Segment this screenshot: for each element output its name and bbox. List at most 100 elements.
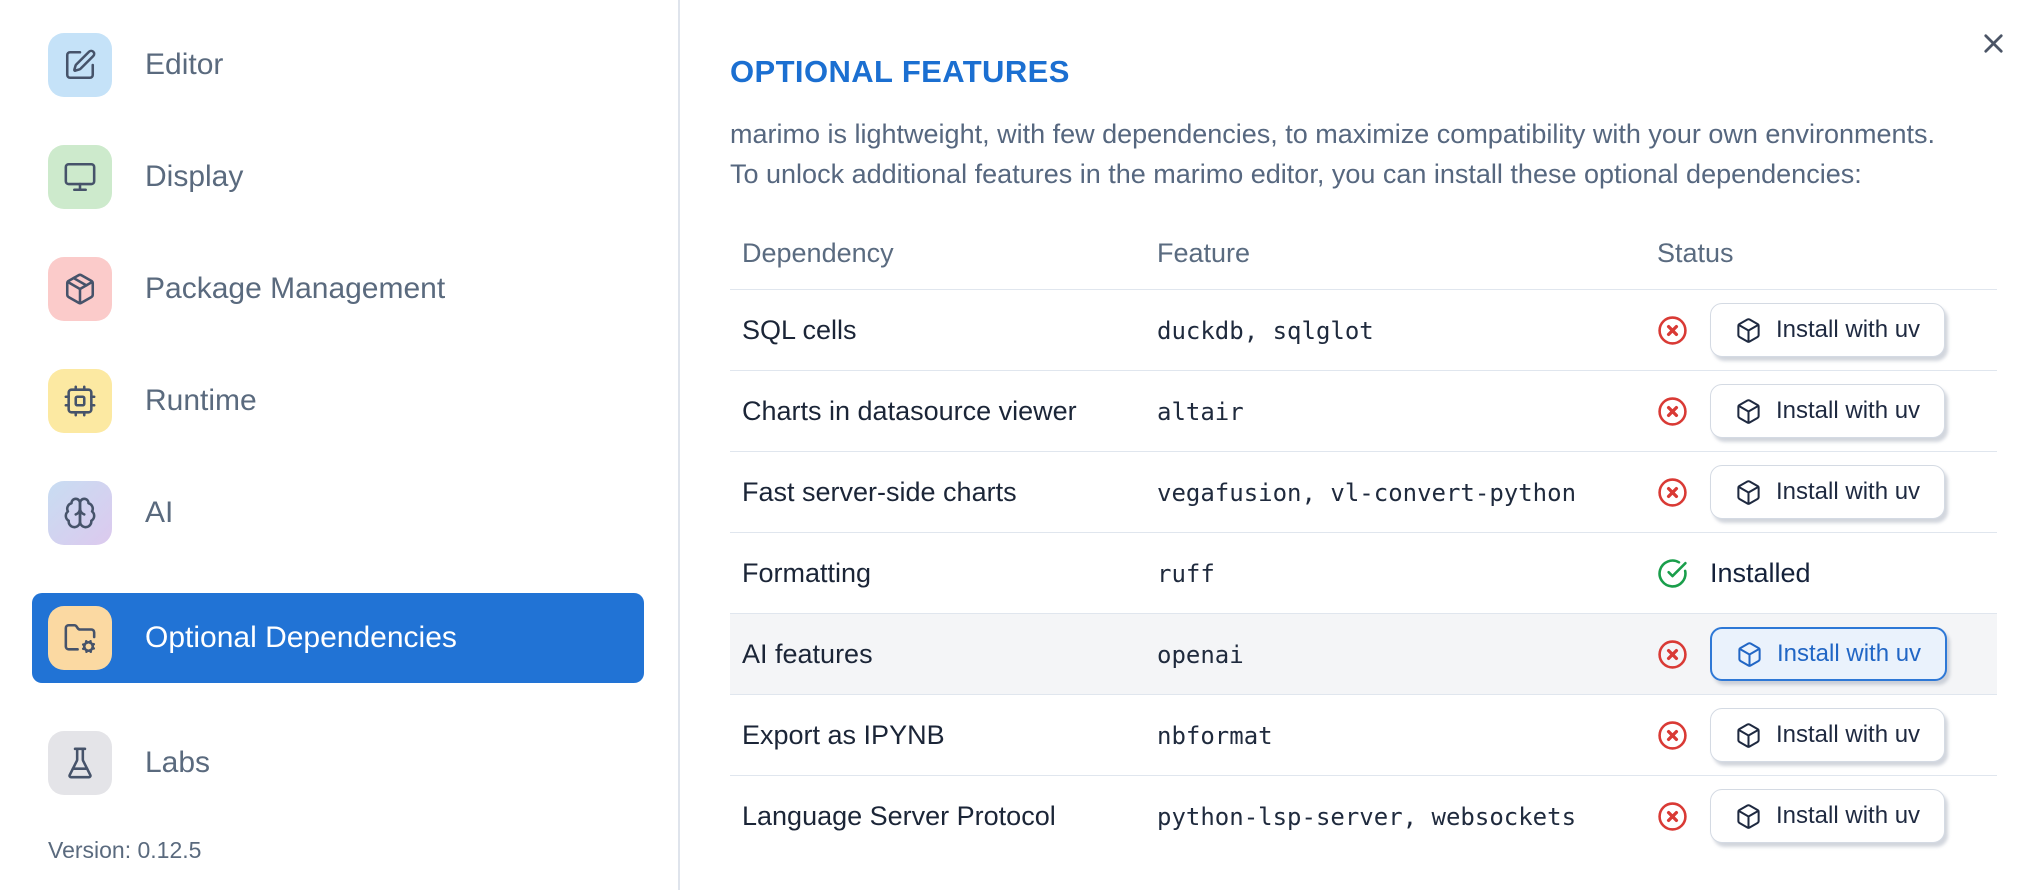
feature-text: duckdb, sqlglot xyxy=(1157,316,1374,345)
monitor-icon xyxy=(48,145,112,209)
settings-sidebar: Editor Display Package Management Runtime AI… xyxy=(0,0,680,890)
feature-text: ruff xyxy=(1157,559,1215,588)
table-row: Language Server Protocol python-lsp-serve… xyxy=(730,776,1997,857)
column-header-feature: Feature xyxy=(1145,226,1645,290)
feature-cell: nbformat xyxy=(1145,694,1645,776)
sidebar-item-label: Labs xyxy=(145,746,211,779)
install-button-label: Install with uv xyxy=(1777,640,1922,667)
dependency-cell: SQL cells xyxy=(730,289,1145,371)
sidebar-nav: Editor Display Package Management Runtime AI… xyxy=(0,0,678,795)
status-cell: Install with uv xyxy=(1645,776,1997,857)
install-with-uv-button[interactable]: Install with uv xyxy=(1710,789,1946,844)
install-with-uv-button[interactable]: Install with uv xyxy=(1710,627,1948,681)
status-cell-content: Installed xyxy=(1657,558,1997,589)
install-button-label: Install with uv xyxy=(1776,721,1921,748)
status-cell-content: Install with uv xyxy=(1657,708,1997,762)
close-button[interactable] xyxy=(1970,20,2016,66)
feature-text: nbformat xyxy=(1157,721,1273,750)
status-cell-content: Install with uv xyxy=(1657,465,1997,519)
install-button-label: Install with uv xyxy=(1776,478,1921,505)
panel-title: OPTIONAL FEATURES xyxy=(730,54,1070,89)
install-with-uv-button[interactable]: Install with uv xyxy=(1710,708,1946,762)
install-with-uv-button[interactable]: Install with uv xyxy=(1710,465,1946,519)
status-cell-content: Install with uv xyxy=(1657,627,1997,681)
column-header-status: Status xyxy=(1645,226,1997,290)
circle-x-icon xyxy=(1657,720,1688,751)
sidebar-item-display[interactable]: Display xyxy=(32,145,644,209)
status-cell-content: Install with uv xyxy=(1657,303,1997,357)
status-cell-content: Install with uv xyxy=(1657,384,1997,438)
sidebar-item-optional-dependencies[interactable]: Optional Dependencies xyxy=(32,593,644,683)
circle-x-icon xyxy=(1657,396,1688,427)
sidebar-item-label: Optional Dependencies xyxy=(145,621,457,654)
table-row: Export as IPYNB nbformat Install with uv xyxy=(730,694,1997,776)
feature-cell: openai xyxy=(1145,613,1645,695)
sidebar-item-runtime[interactable]: Runtime xyxy=(32,369,644,433)
brain-icon xyxy=(48,481,112,545)
dependency-cell: Fast server-side charts xyxy=(730,451,1145,533)
status-cell: Install with uv xyxy=(1645,289,1997,371)
circle-check-icon xyxy=(1657,558,1688,589)
features-table: Dependency Feature Status SQL cells duckd… xyxy=(730,226,1997,857)
install-with-uv-button[interactable]: Install with uv xyxy=(1710,303,1946,357)
dependency-cell: AI features xyxy=(730,613,1145,695)
panel-description: marimo is lightweight, with few dependen… xyxy=(730,114,1997,194)
table-row: Fast server-side charts vegafusion, vl-co… xyxy=(730,451,1997,533)
status-cell: Install with uv xyxy=(1645,370,1997,452)
circle-x-icon xyxy=(1657,801,1688,832)
sidebar-item-label: Display xyxy=(145,160,244,193)
feature-text: vegafusion, vl-convert-python xyxy=(1157,478,1577,507)
feature-text: python-lsp-server, websockets xyxy=(1157,802,1577,831)
description-line: To unlock additional features in the mar… xyxy=(730,159,1862,189)
dependency-cell: Language Server Protocol xyxy=(742,800,1056,831)
circle-x-icon xyxy=(1657,639,1688,670)
description-line: marimo is lightweight, with few dependen… xyxy=(730,119,1936,149)
version-label: Version: 0.12.5 xyxy=(48,837,202,863)
box-icon xyxy=(1735,722,1762,749)
status-cell: Install with uv xyxy=(1645,694,1997,776)
sidebar-item-ai[interactable]: AI xyxy=(32,481,644,545)
box-icon xyxy=(1736,641,1763,668)
column-header-dependency: Dependency xyxy=(730,226,1145,290)
status-cell: Install with uv xyxy=(1645,451,1997,533)
sidebar-item-label: Runtime xyxy=(145,384,257,417)
cpu-icon xyxy=(48,369,112,433)
feature-cell: python-lsp-server, websockets xyxy=(1145,776,1645,857)
box-icon xyxy=(1735,317,1762,344)
feature-cell: ruff xyxy=(1145,532,1645,614)
circle-x-icon xyxy=(1657,477,1688,508)
table-header-row: Dependency Feature Status xyxy=(730,226,1997,290)
feature-text: openai xyxy=(1157,640,1244,669)
package-icon xyxy=(48,257,112,321)
status-cell: Install with uv xyxy=(1645,613,1997,695)
sidebar-item-labs[interactable]: Labs xyxy=(32,731,644,795)
feature-cell: duckdb, sqlglot xyxy=(1145,289,1645,371)
dependency-cell: Export as IPYNB xyxy=(730,694,1145,776)
feature-text: altair xyxy=(1157,397,1244,426)
settings-dialog: Editor Display Package Management Runtime AI… xyxy=(0,0,2042,890)
sidebar-item-label: AI xyxy=(145,496,174,529)
flask-icon xyxy=(48,731,112,795)
dependency-cell: Formatting xyxy=(730,532,1145,614)
table-row: Charts in datasource viewer altair Install… xyxy=(730,370,1997,452)
install-with-uv-button[interactable]: Install with uv xyxy=(1710,384,1946,438)
sidebar-item-label: Package Management xyxy=(145,272,446,305)
optional-features-panel: OPTIONAL FEATURES marimo is lightweight,… xyxy=(680,0,2042,890)
install-button-label: Install with uv xyxy=(1776,316,1921,343)
box-icon xyxy=(1735,479,1762,506)
install-button-label: Install with uv xyxy=(1776,802,1921,830)
dependency-cell: Charts in datasource viewer xyxy=(730,370,1145,452)
feature-cell: vegafusion, vl-convert-python xyxy=(1145,451,1645,533)
feature-cell: altair xyxy=(1145,370,1645,452)
folder-cog-icon xyxy=(48,606,112,670)
sidebar-item-editor[interactable]: Editor xyxy=(32,33,644,97)
installed-label: Installed xyxy=(1710,557,1811,588)
sidebar-item-label: Editor xyxy=(145,48,224,81)
table-row: SQL cells duckdb, sqlglot Install with uv xyxy=(730,289,1997,371)
edit-icon xyxy=(48,33,112,97)
sidebar-item-package-management[interactable]: Package Management xyxy=(32,257,644,321)
box-icon xyxy=(1735,398,1762,425)
status-cell-content: Install with uv xyxy=(1657,789,1997,844)
close-icon xyxy=(1978,28,2009,59)
circle-x-icon xyxy=(1657,315,1688,346)
